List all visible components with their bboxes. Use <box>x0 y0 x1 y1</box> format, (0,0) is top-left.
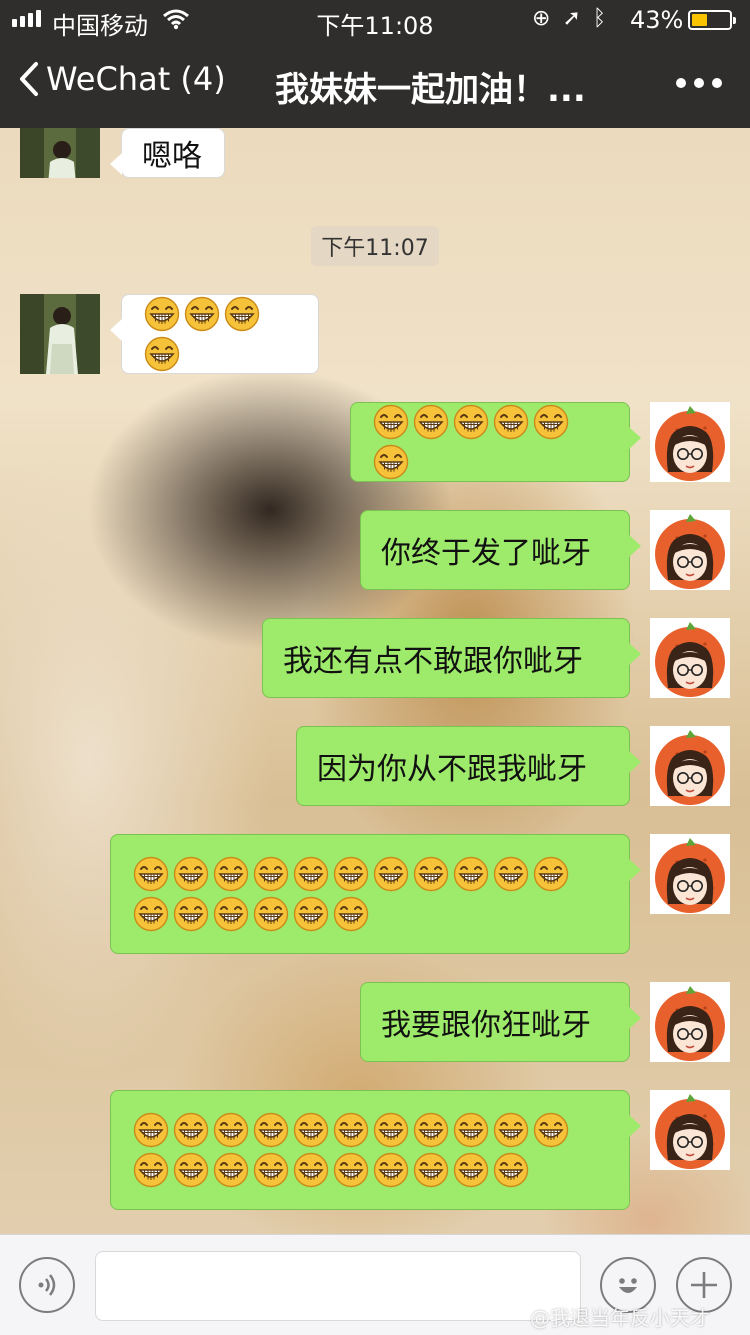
grin-emoji-icon <box>493 1112 529 1148</box>
emoji-message-bubble[interactable] <box>110 294 319 374</box>
grin-emoji-icon <box>184 296 220 332</box>
grin-emoji-icon <box>253 1112 289 1148</box>
contact-avatar[interactable] <box>20 128 100 178</box>
battery-percent: 43% <box>630 6 684 34</box>
location-icon: ➚ <box>562 6 581 31</box>
grin-emoji-icon <box>253 896 289 932</box>
grin-emoji-icon <box>133 1152 169 1188</box>
grin-emoji-icon <box>413 1152 449 1188</box>
grin-emoji-icon <box>213 856 249 892</box>
voice-icon <box>38 1274 56 1296</box>
my-avatar[interactable] <box>650 834 730 914</box>
message-text: 我还有点不敢跟你呲牙 <box>283 644 583 679</box>
grin-emoji-icon <box>453 404 489 440</box>
emoji-message-bubble[interactable] <box>110 834 641 954</box>
grin-emoji-icon <box>413 1112 449 1148</box>
grin-emoji-icon <box>144 336 180 372</box>
grin-emoji-icon <box>133 1112 169 1148</box>
grin-emoji-icon <box>373 1152 409 1188</box>
message-input[interactable] <box>95 1251 581 1321</box>
grin-emoji-icon <box>533 856 569 892</box>
grin-emoji-icon <box>293 856 329 892</box>
grin-emoji-icon <box>453 1112 489 1148</box>
emoji-icon <box>619 1278 637 1293</box>
message-bubble[interactable]: 我还有点不敢跟你呲牙 <box>262 618 641 698</box>
grin-emoji-icon <box>493 856 529 892</box>
grin-emoji-icon <box>293 896 329 932</box>
time-stamp: 下午11:07 <box>311 226 439 266</box>
grin-emoji-icon <box>213 1152 249 1188</box>
grin-emoji-icon <box>453 1152 489 1188</box>
back-button[interactable]: WeChat (4) <box>18 60 226 98</box>
grin-emoji-icon <box>413 404 449 440</box>
grin-emoji-icon <box>133 896 169 932</box>
grin-emoji-icon <box>333 896 369 932</box>
grin-emoji-icon <box>373 1112 409 1148</box>
more-dots-icon[interactable] <box>676 78 722 88</box>
grin-emoji-icon <box>293 1112 329 1148</box>
message-text: 你终于发了呲牙 <box>381 536 591 571</box>
grin-emoji-icon <box>224 296 260 332</box>
battery-icon <box>688 10 736 30</box>
grin-emoji-icon <box>333 1152 369 1188</box>
grin-emoji-icon <box>213 896 249 932</box>
my-avatar[interactable] <box>650 618 730 698</box>
grin-emoji-icon <box>144 296 180 332</box>
grin-emoji-icon <box>173 896 209 932</box>
emoji-message-bubble[interactable] <box>110 1090 641 1210</box>
contact-avatar[interactable] <box>20 294 100 374</box>
my-avatar[interactable] <box>650 402 730 482</box>
plus-icon <box>691 1272 717 1298</box>
grin-emoji-icon <box>173 1112 209 1148</box>
nav-bar: WeChat (4) 我妹妹一起加油！... <box>0 40 750 128</box>
grin-emoji-icon <box>253 1152 289 1188</box>
my-avatar[interactable] <box>650 510 730 590</box>
chevron-left-icon <box>20 62 38 96</box>
message-bubble[interactable]: 因为你从不跟我呲牙 <box>296 726 641 806</box>
my-avatar[interactable] <box>650 1090 730 1170</box>
status-bar: 中国移动 下午11:08 ⊕ ➚ ᛒ 43% <box>0 0 750 40</box>
message-bubble[interactable]: 你终于发了呲牙 <box>360 510 641 590</box>
grin-emoji-icon <box>133 856 169 892</box>
emoji-message-bubble[interactable] <box>350 402 641 482</box>
grin-emoji-icon <box>373 404 409 440</box>
voice-button[interactable] <box>19 1257 75 1313</box>
grin-emoji-icon <box>373 856 409 892</box>
grin-emoji-icon <box>333 856 369 892</box>
grin-emoji-icon <box>373 444 409 480</box>
my-avatar[interactable] <box>650 982 730 1062</box>
grin-emoji-icon <box>173 856 209 892</box>
back-label: WeChat (4) <box>46 60 226 98</box>
grin-emoji-icon <box>453 856 489 892</box>
message-text: 嗯咯 <box>142 139 202 174</box>
grin-emoji-icon <box>533 404 569 440</box>
grin-emoji-icon <box>293 1152 329 1188</box>
chat-title: 我妹妹一起加油！... <box>275 70 586 110</box>
message-text: 我要跟你狂呲牙 <box>381 1008 591 1043</box>
grin-emoji-icon <box>493 404 529 440</box>
message-bubble[interactable]: 嗯咯 <box>110 128 225 178</box>
grin-emoji-icon <box>533 1112 569 1148</box>
grin-emoji-icon <box>173 1152 209 1188</box>
grin-emoji-icon <box>213 1112 249 1148</box>
grin-emoji-icon <box>333 1112 369 1148</box>
grin-emoji-icon <box>413 856 449 892</box>
top-bar: 中国移动 下午11:08 ⊕ ➚ ᛒ 43% WeChat (4) 我妹妹一起加… <box>0 0 750 128</box>
my-avatar[interactable] <box>650 726 730 806</box>
message-bubble[interactable]: 我要跟你狂呲牙 <box>360 982 641 1062</box>
grin-emoji-icon <box>253 856 289 892</box>
watermark: @我退当年反小天才 <box>530 1306 710 1330</box>
bluetooth-icon: ᛒ <box>592 6 607 31</box>
rotation-lock-icon: ⊕ <box>532 6 551 31</box>
grin-emoji-icon <box>493 1152 529 1188</box>
message-text: 因为你从不跟我呲牙 <box>317 752 587 787</box>
battery-fill <box>692 14 707 26</box>
